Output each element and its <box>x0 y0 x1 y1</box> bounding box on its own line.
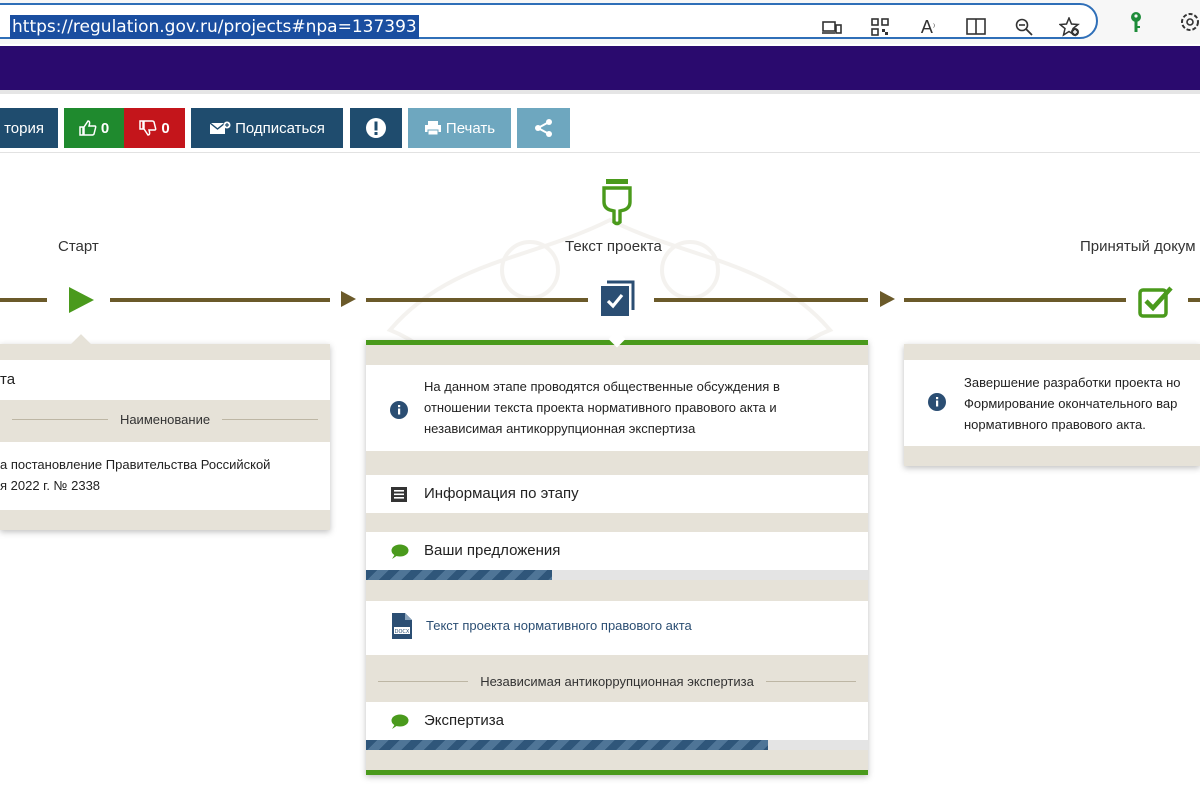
device-icon[interactable] <box>820 15 844 39</box>
start-title-row: та <box>0 360 330 400</box>
comment-icon <box>391 714 409 729</box>
print-label: Печать <box>445 119 496 137</box>
comment-icon <box>391 544 409 559</box>
subscribe-button[interactable]: Подписаться <box>191 108 343 148</box>
toolbar-divider <box>0 152 1200 153</box>
timeline-segment <box>904 298 1126 302</box>
zoom-out-icon[interactable] <box>1012 15 1036 39</box>
project-toolbar: тория 0 0 Подписаться Печать <box>0 104 1200 150</box>
project-text-document-link[interactable]: Текст проекта нормативного правового акт… <box>426 618 692 633</box>
timeline-arrow <box>341 291 356 307</box>
svg-text:DOCX: DOCX <box>395 629 410 635</box>
hand-pointer-icon <box>602 179 632 226</box>
read-aloud-icon[interactable]: A ⁾ <box>916 15 940 39</box>
stage-info-box: На данном этапе проводятся общественные … <box>366 365 868 451</box>
start-title: та <box>0 371 16 388</box>
project-name-row: а постановление Правительства Российской… <box>0 442 330 510</box>
checkbox-icon[interactable] <box>1138 284 1174 318</box>
history-button[interactable]: тория <box>0 108 58 148</box>
anticorruption-separator: Независимая антикоррупционная экспертиза <box>366 670 868 692</box>
site-header <box>0 46 1200 90</box>
info-icon <box>928 393 946 411</box>
proposals-progress-fill <box>366 570 552 580</box>
stage-project-text-label: Текст проекта <box>565 238 662 255</box>
adopted-info-line2: Формирование окончательного вар <box>964 396 1178 411</box>
adopted-info-line1: Завершение разработки проекта но <box>964 375 1181 390</box>
extensions-icon[interactable] <box>1178 10 1200 34</box>
envelope-icon <box>209 121 231 134</box>
docx-file-icon: DOCX <box>392 613 412 639</box>
address-bar[interactable]: https://regulation.gov.ru/projects#npa=1… <box>0 3 1098 39</box>
proposals-row[interactable]: Ваши предложения <box>366 532 868 570</box>
printer-icon <box>424 121 441 136</box>
project-text-stage-panel: На данном этапе проводятся общественные … <box>366 330 868 775</box>
stage-info-line1: На данном этапе проводятся общественные … <box>424 379 780 394</box>
stage-info-link[interactable]: Информация по этапу <box>424 485 579 502</box>
stage-adopted-label: Принятый докум <box>1080 238 1196 255</box>
document-check-icon[interactable] <box>599 280 635 318</box>
adopted-stage-panel: Завершение разработки проекта но Формиро… <box>904 344 1200 466</box>
exclamation-icon <box>366 118 386 138</box>
project-name-line1: а постановление Правительства Российской <box>0 457 271 472</box>
report-button[interactable] <box>350 108 402 148</box>
thumbs-up-icon <box>79 120 97 136</box>
key-icon[interactable] <box>1124 10 1148 34</box>
timeline-segment <box>654 298 868 302</box>
like-count: 0 <box>100 119 110 137</box>
stage-info-line2: отношении текста проекта нормативного пр… <box>424 400 777 415</box>
timeline-arrow <box>880 291 895 307</box>
print-button[interactable]: Печать <box>408 108 511 148</box>
timeline-segment <box>110 298 330 302</box>
stage-info-line3: независимая антикоррупционная экспертиза <box>424 421 696 436</box>
stage-info-row[interactable]: Информация по этапу <box>366 475 868 513</box>
url-text[interactable]: https://regulation.gov.ru/projects#npa=1… <box>10 15 419 39</box>
thumbs-down-icon <box>139 120 157 136</box>
name-separator: Наименование <box>0 408 330 430</box>
project-name-line2: я 2022 г. № 2338 <box>0 478 101 493</box>
history-button-label: тория <box>4 119 44 137</box>
timeline-segment <box>1188 298 1200 302</box>
expertise-link[interactable]: Экспертиза <box>424 712 504 729</box>
info-icon <box>390 401 408 419</box>
proposals-progress-bar <box>366 570 868 580</box>
document-row[interactable]: DOCX Текст проекта нормативного правовог… <box>366 601 868 655</box>
share-icon <box>534 119 552 137</box>
qr-code-icon[interactable] <box>868 15 892 39</box>
subscribe-label: Подписаться <box>235 119 325 137</box>
adopted-info-line3: нормативного правового акта. <box>964 417 1146 432</box>
expertise-progress-bar <box>366 740 868 750</box>
adopted-info-box: Завершение разработки проекта но Формиро… <box>904 360 1200 446</box>
dislike-button[interactable]: 0 <box>124 108 185 148</box>
dislike-count: 0 <box>161 119 170 137</box>
like-button[interactable]: 0 <box>64 108 124 148</box>
immersive-reader-icon[interactable] <box>964 15 988 39</box>
expertise-row[interactable]: Экспертиза <box>366 702 868 740</box>
header-divider <box>0 90 1200 94</box>
start-stage-panel: та Наименование а постановление Правител… <box>0 334 330 530</box>
play-icon[interactable] <box>66 285 96 315</box>
timeline-segment <box>0 298 47 302</box>
list-icon <box>391 487 407 502</box>
expertise-progress-fill <box>366 740 768 750</box>
share-button[interactable] <box>517 108 570 148</box>
proposals-link[interactable]: Ваши предложения <box>424 542 560 559</box>
browser-toolbar: https://regulation.gov.ru/projects#npa=1… <box>0 0 1200 44</box>
add-favorite-icon[interactable] <box>1058 15 1082 39</box>
stage-start-label: Старт <box>58 238 99 255</box>
timeline-segment <box>366 298 588 302</box>
